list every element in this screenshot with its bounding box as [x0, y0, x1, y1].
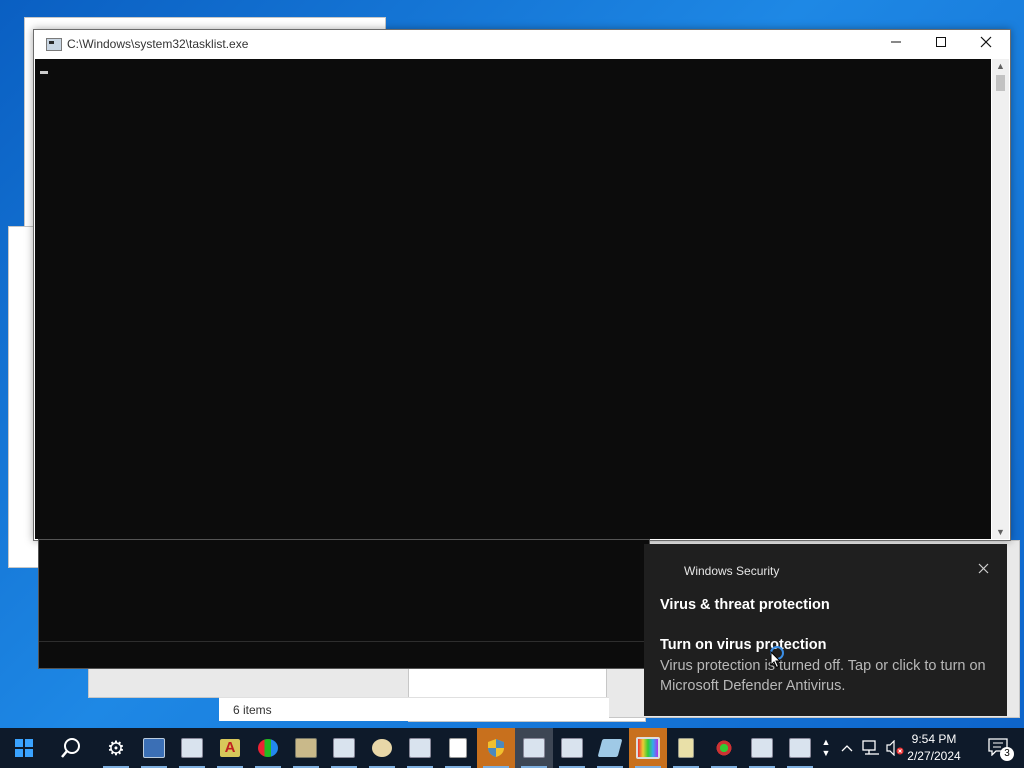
console-window-icon: [789, 738, 811, 758]
chevron-down-icon[interactable]: ▼: [822, 748, 831, 759]
search-button[interactable]: [52, 728, 90, 768]
taskbar-app-6[interactable]: [287, 728, 325, 768]
console-window[interactable]: C:\Windows\system32\tasklist.exe ▲ ▼: [33, 29, 1011, 541]
shield-icon: [488, 739, 504, 757]
close-icon: [978, 563, 989, 574]
taskbar-settings[interactable]: ⚙: [97, 728, 135, 768]
colorful-app-icon: [258, 739, 278, 757]
taskbar-app-15[interactable]: [629, 728, 667, 768]
clock-time: 9:54 PM: [911, 732, 957, 746]
monitor-icon: [636, 737, 660, 759]
drive-icon: [295, 738, 317, 758]
close-button[interactable]: [963, 30, 1008, 58]
toast-body[interactable]: Virus protection is turned off. Tap or c…: [660, 656, 995, 696]
taskbar-app-4[interactable]: A: [211, 728, 249, 768]
close-icon: [980, 36, 991, 48]
notification-count-badge: 3: [1000, 747, 1014, 761]
text-cursor: [40, 71, 48, 74]
gear-icon: ⚙: [107, 737, 125, 760]
console-window-icon: [181, 738, 203, 758]
show-hidden-icons-button[interactable]: [838, 728, 856, 768]
console-window-icon: [409, 738, 431, 758]
taskbar-app-13[interactable]: [553, 728, 591, 768]
taskbar-app-3[interactable]: [173, 728, 211, 768]
notepad-icon: [678, 738, 694, 758]
taskbar-app-19[interactable]: [781, 728, 819, 768]
console-window-icon: [333, 738, 355, 758]
taskbar-scroll[interactable]: ▲ ▼: [818, 728, 834, 768]
taskbar-app-2[interactable]: [135, 728, 173, 768]
paint-palette-icon: [372, 739, 392, 757]
maximize-button[interactable]: [918, 30, 963, 58]
chevron-up-icon: [841, 745, 853, 752]
network-tray-button[interactable]: [860, 728, 882, 768]
taskbar-app-8[interactable]: [363, 728, 401, 768]
clock-date: 2/27/2024: [907, 749, 961, 763]
divider: [39, 641, 649, 642]
console-scrollbar[interactable]: ▲ ▼: [992, 59, 1009, 539]
minimize-button[interactable]: [873, 30, 918, 58]
taskbar-app-5[interactable]: [249, 728, 287, 768]
console-window-icon: [561, 738, 583, 758]
console-title: C:\Windows\system32\tasklist.exe: [67, 37, 249, 51]
second-console-window[interactable]: [38, 539, 650, 669]
taskbar-app-18[interactable]: [743, 728, 781, 768]
taskbar-app-9[interactable]: [401, 728, 439, 768]
start-button[interactable]: [5, 728, 43, 768]
network-icon: [862, 740, 879, 755]
action-center-button[interactable]: 3: [988, 738, 1014, 761]
chevron-up-icon[interactable]: ▲: [822, 737, 831, 748]
taskbar-console-active[interactable]: [515, 728, 553, 768]
toast-app-name: Windows Security: [684, 564, 780, 578]
app-window-icon: [143, 738, 165, 758]
taskbar-app-7[interactable]: [325, 728, 363, 768]
taskbar-app-16[interactable]: [667, 728, 705, 768]
toast-heading: Virus & threat protection: [660, 597, 830, 613]
minimize-icon: [890, 41, 901, 43]
taskbar: ⚙ A ▲ ▼ 9:54 PM 2/27/2024 3: [0, 728, 1024, 768]
console-output-area[interactable]: [35, 59, 991, 539]
network-tool-icon: [714, 739, 734, 757]
explorer-status-bar: 6 items: [219, 697, 609, 721]
scrollbar-thumb[interactable]: [996, 75, 1005, 91]
console-window-icon: [751, 738, 773, 758]
taskbar-app-14[interactable]: [591, 728, 629, 768]
taskbar-app-11[interactable]: [477, 728, 515, 768]
windows-logo-icon: [15, 739, 33, 757]
scroll-down-icon[interactable]: ▼: [992, 525, 1009, 539]
toast-close-button[interactable]: [978, 561, 989, 579]
console-window-icon: [523, 738, 545, 758]
search-icon: [61, 738, 80, 758]
clock-button[interactable]: 9:54 PM 2/27/2024: [894, 731, 974, 765]
document-icon: [449, 738, 467, 758]
taskbar-app-17[interactable]: [705, 728, 743, 768]
toast-subheading[interactable]: Turn on virus protection: [660, 637, 826, 653]
console-app-icon: [46, 38, 62, 51]
item-count: 6 items: [233, 703, 272, 717]
disk-tool-icon: [597, 739, 623, 757]
scroll-up-icon[interactable]: ▲: [992, 59, 1009, 73]
maximize-icon: [935, 37, 946, 47]
security-toast[interactable]: Windows Security Virus & threat protecti…: [644, 544, 1007, 716]
font-app-icon: A: [220, 739, 240, 757]
taskbar-app-10[interactable]: [439, 728, 477, 768]
console-titlebar[interactable]: C:\Windows\system32\tasklist.exe: [34, 30, 1010, 58]
